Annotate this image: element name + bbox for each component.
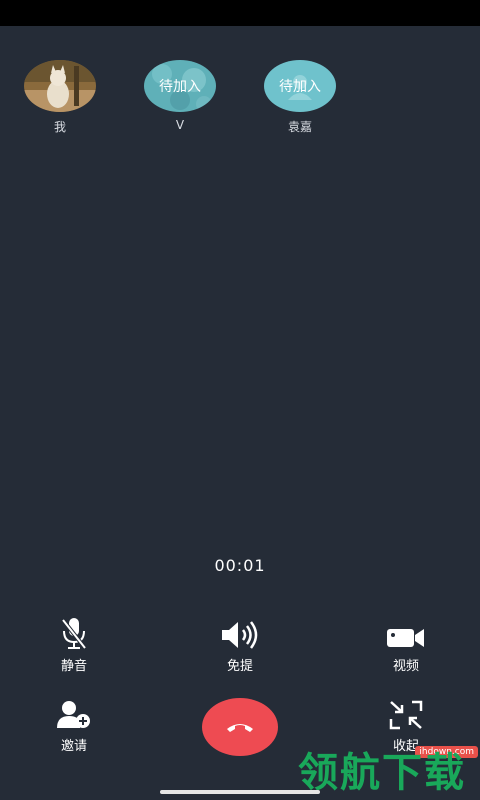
speaker-icon [222,621,258,649]
home-indicator[interactable] [160,790,320,794]
avatar: 待加入 [144,60,216,112]
hangup-button[interactable] [202,698,278,756]
speaker-button[interactable]: 免提 [200,616,280,674]
cat-photo [24,60,96,112]
speaker-label: 免提 [226,659,253,674]
participant-name: V [175,118,185,132]
participant-name: 袁嘉 [287,120,312,134]
hangup-phone-icon [227,724,253,732]
pending-label: 待加入 [279,79,321,95]
avatar [24,60,96,112]
participant-yuanjia[interactable]: 待加入 袁嘉 [260,60,340,135]
watermark-text: 领航下载 [298,750,466,796]
pending-label: 待加入 [159,79,201,95]
collapse-icon [389,700,423,730]
participant-me[interactable]: 我 [20,60,100,135]
invite-label: 邀请 [60,739,87,754]
mute-label: 静音 [60,659,87,674]
invite-button[interactable]: 邀请 [34,696,114,754]
participant-v[interactable]: 待加入 V [140,60,220,132]
video-label: 视频 [392,659,419,674]
add-user-icon [57,701,90,728]
mic-off-icon [61,618,87,650]
avatar: 待加入 [264,60,336,112]
mute-button[interactable]: 静音 [34,616,114,674]
status-bar [0,0,480,26]
call-timer: 00:01 [214,556,266,575]
participant-name: 我 [53,120,66,134]
video-button[interactable]: 视频 [366,616,446,674]
watermark: ihdown.com 领航下载 [298,742,480,800]
video-camera-icon [387,629,424,647]
